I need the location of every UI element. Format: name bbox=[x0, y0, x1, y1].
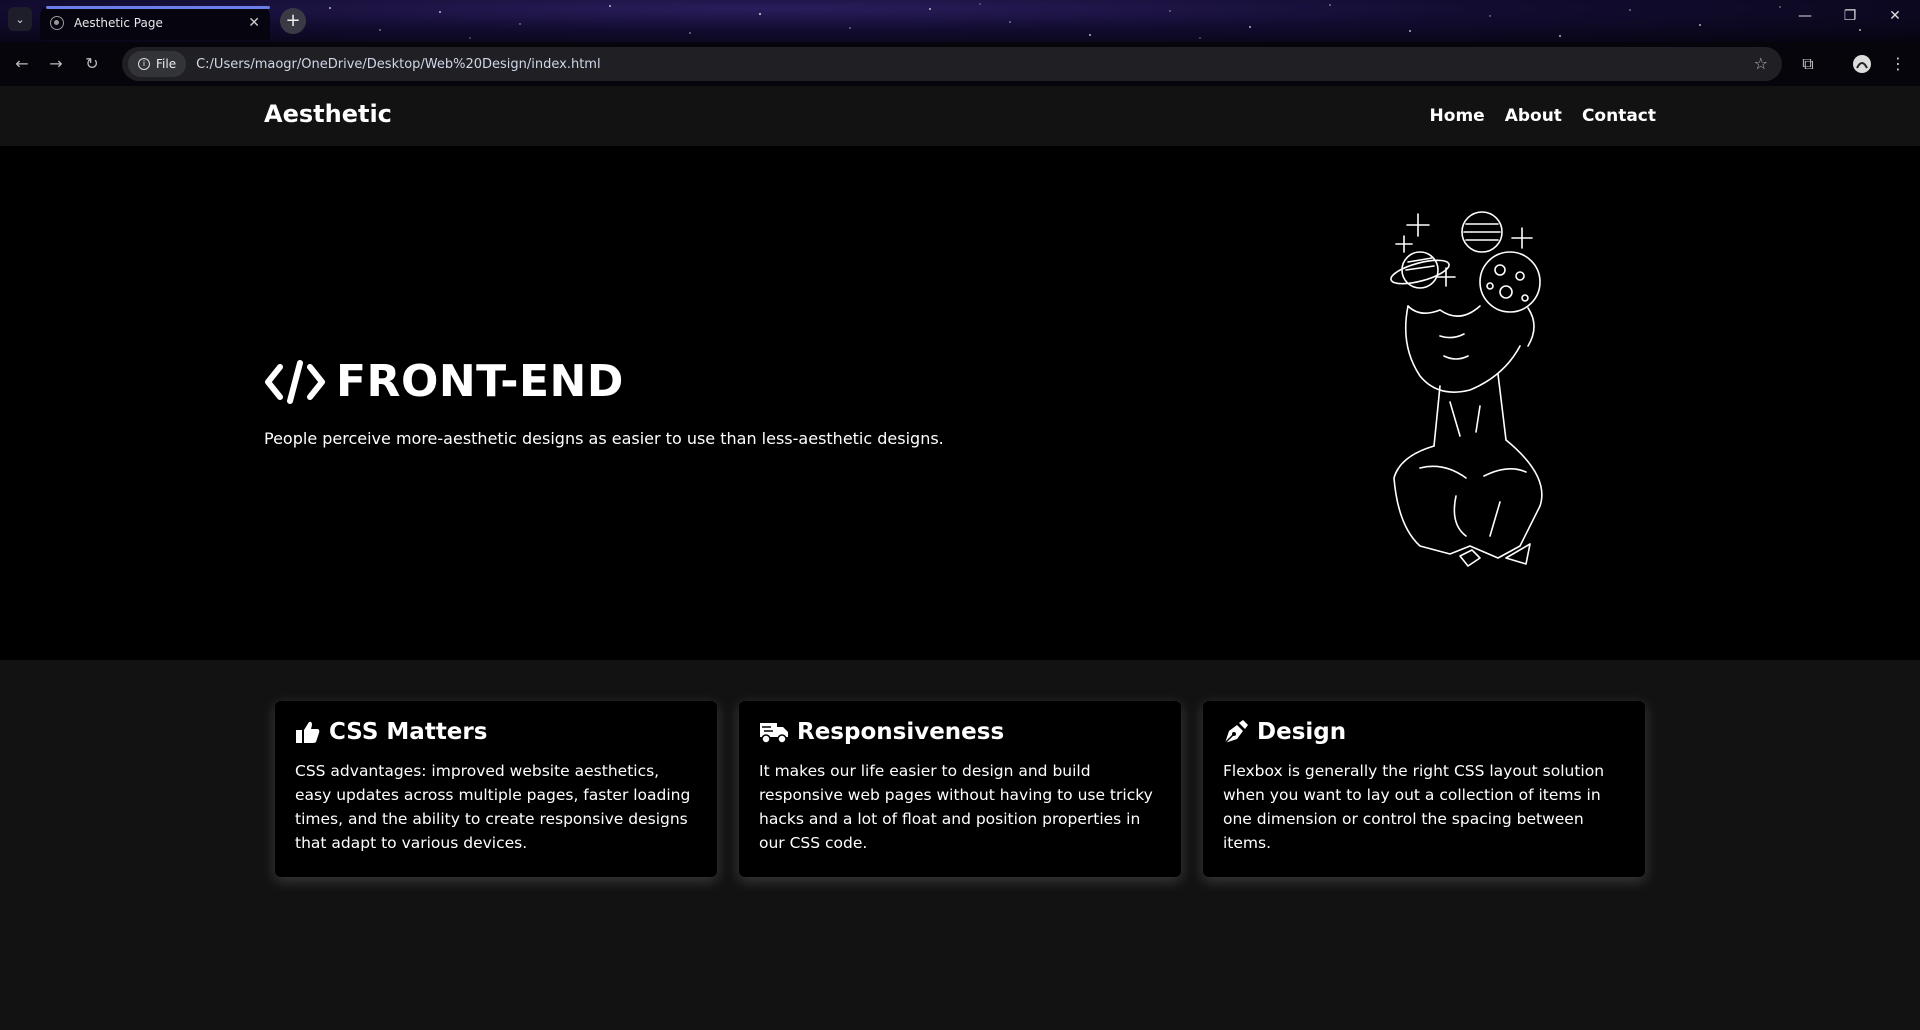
card-text: It makes our life easier to design and b… bbox=[759, 762, 1153, 852]
feature-card-css-matters: CSS Matters CSS advantages: improved web… bbox=[275, 701, 717, 877]
truck-icon bbox=[760, 723, 788, 744]
site-header: Aesthetic Home About Contact bbox=[0, 86, 1920, 146]
pen-nib-icon bbox=[1224, 720, 1248, 744]
card-header: Responsiveness bbox=[759, 719, 1161, 745]
web-page: Aesthetic Home About Contact FRONT-END P… bbox=[0, 86, 1920, 1030]
tab-search-button[interactable]: ⌄ bbox=[8, 7, 32, 31]
hero-title: FRONT-END bbox=[336, 356, 624, 407]
features-section: CSS Matters CSS advantages: improved web… bbox=[0, 660, 1920, 1030]
nav-link-about[interactable]: About bbox=[1505, 106, 1562, 126]
menu-kebab-icon[interactable]: ⋮ bbox=[1886, 52, 1910, 76]
nav-link-home[interactable]: Home bbox=[1430, 106, 1485, 126]
restore-button[interactable]: ❐ bbox=[1830, 8, 1870, 24]
close-window-button[interactable]: ✕ bbox=[1875, 8, 1915, 24]
hero-section: FRONT-END People perceive more-aesthetic… bbox=[0, 146, 1920, 660]
site-info-label: File bbox=[156, 57, 177, 71]
address-bar[interactable]: i File C:/Users/maogr/OneDrive/Desktop/W… bbox=[122, 47, 1782, 81]
card-title: Design bbox=[1257, 719, 1347, 745]
extensions-icon[interactable]: ⧉ bbox=[1796, 52, 1820, 76]
feature-card-design: Design Flexbox is generally the right CS… bbox=[1203, 701, 1645, 877]
feature-card-responsiveness: Responsiveness It makes our life easier … bbox=[739, 701, 1181, 877]
card-text: Flexbox is generally the right CSS layou… bbox=[1223, 762, 1605, 852]
card-text: CSS advantages: improved website aesthet… bbox=[295, 762, 691, 852]
reload-icon[interactable]: ↻ bbox=[80, 52, 104, 76]
bookmark-star-icon[interactable]: ☆ bbox=[1754, 54, 1768, 73]
url-text[interactable]: C:/Users/maogr/OneDrive/Desktop/Web%20De… bbox=[196, 57, 601, 72]
cosmic-head-illustration bbox=[1390, 211, 1543, 567]
hero-heading: FRONT-END bbox=[264, 356, 624, 407]
code-icon bbox=[265, 359, 325, 404]
minimize-button[interactable]: — bbox=[1785, 8, 1825, 24]
card-header: Design bbox=[1223, 719, 1625, 745]
card-title: CSS Matters bbox=[329, 719, 488, 745]
hero-subtitle: People perceive more-aesthetic designs a… bbox=[264, 429, 944, 448]
browser-titlebar: ⌄ Aesthetic Page ✕ + — ❐ ✕ bbox=[0, 0, 1920, 42]
browser-toolbar: ← → ↻ i File C:/Users/maogr/OneDrive/Des… bbox=[0, 42, 1920, 86]
tab-close-button[interactable]: ✕ bbox=[248, 15, 260, 31]
card-header: CSS Matters bbox=[295, 719, 697, 745]
thumbs-up-icon bbox=[296, 721, 320, 743]
card-title: Responsiveness bbox=[797, 719, 1005, 745]
tab-accent-bar bbox=[46, 6, 270, 9]
site-info-chip[interactable]: i File bbox=[128, 51, 187, 77]
profile-avatar-icon[interactable] bbox=[1850, 52, 1874, 76]
info-icon: i bbox=[138, 58, 150, 70]
nav-link-contact[interactable]: Contact bbox=[1582, 106, 1656, 126]
new-tab-button[interactable]: + bbox=[280, 8, 306, 34]
tab-title: Aesthetic Page bbox=[74, 16, 163, 30]
globe-icon bbox=[50, 16, 64, 30]
forward-arrow-icon[interactable]: → bbox=[44, 52, 68, 76]
browser-tab-active[interactable]: Aesthetic Page ✕ bbox=[40, 6, 270, 40]
site-logo-text[interactable]: Aesthetic bbox=[264, 100, 392, 128]
site-nav: Home About Contact bbox=[1430, 106, 1656, 126]
back-arrow-icon[interactable]: ← bbox=[10, 52, 34, 76]
